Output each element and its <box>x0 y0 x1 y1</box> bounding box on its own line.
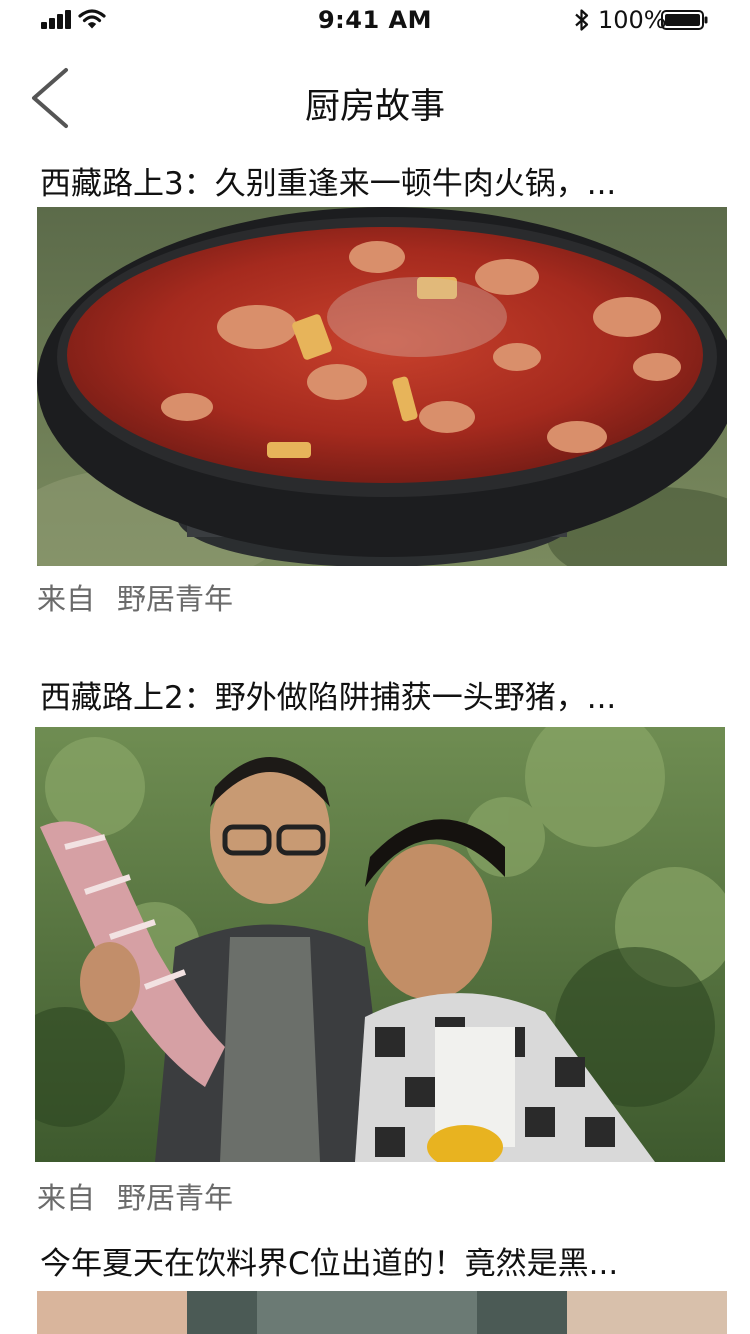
source-name[interactable]: 野居青年 <box>117 582 233 616</box>
article-title[interactable]: 西藏路上3：久别重逢来一顿牛肉火锅，... <box>40 158 720 203</box>
source-prefix: 来自 <box>37 1181 96 1215</box>
article-cover-image[interactable] <box>37 1291 727 1334</box>
article-source: 来自 野居青年 <box>37 1175 233 1217</box>
article-title[interactable]: 西藏路上2：野外做陷阱捕获一头野猪，... <box>40 672 720 717</box>
battery-percent: 100% <box>598 6 667 34</box>
page-title: 厨房故事 <box>304 87 445 127</box>
source-name[interactable]: 野居青年 <box>117 1181 233 1215</box>
bluetooth-icon <box>575 9 589 31</box>
status-bar: 9:41 AM 100% <box>0 0 750 40</box>
article-cover-image[interactable] <box>35 727 725 1162</box>
battery-icon <box>661 10 708 30</box>
article-source: 来自 野居青年 <box>37 576 233 618</box>
source-prefix: 来自 <box>37 582 96 616</box>
article-title[interactable]: 今年夏天在饮料界C位出道的！竟然是黑... <box>40 1238 720 1283</box>
article-cover-image[interactable] <box>37 207 727 566</box>
